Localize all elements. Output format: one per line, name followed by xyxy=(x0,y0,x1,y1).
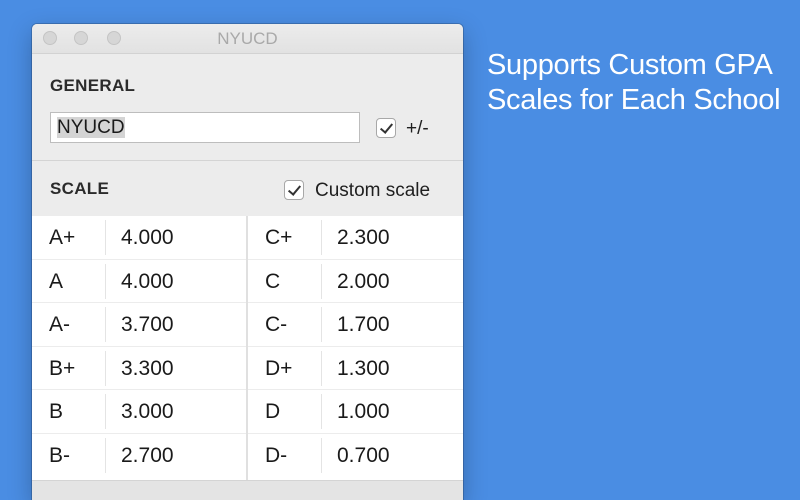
grade-value-field[interactable]: 0.700 xyxy=(337,444,390,468)
cell-divider xyxy=(321,220,322,255)
cell-divider xyxy=(105,350,106,386)
cell-divider xyxy=(321,394,322,429)
general-section: GENERAL NYUCD +/- xyxy=(32,54,463,161)
grade-label: B xyxy=(49,400,64,423)
grade-column-right: C+ 2.300 C 2.000 C- 1.700 D+ 1.300 D 1.0… xyxy=(248,216,463,480)
grade-column-left: A+ 4.000 A 4.000 A- 3.700 B+ 3.300 B 3.0… xyxy=(32,216,247,480)
grade-row[interactable]: A- 3.700 xyxy=(32,303,247,347)
scale-section: SCALE Custom scale xyxy=(32,161,463,218)
grade-label: C xyxy=(265,269,281,293)
grade-row[interactable]: B- 2.700 xyxy=(32,434,247,478)
grade-label: D+ xyxy=(265,356,293,380)
title-bar[interactable]: NYUCD xyxy=(32,24,463,54)
school-name-value: NYUCD xyxy=(57,117,125,138)
general-heading: GENERAL xyxy=(50,76,136,95)
grade-value-field[interactable]: 3.000 xyxy=(121,400,174,424)
settings-window: NYUCD GENERAL NYUCD +/- SCALE Custom sca… xyxy=(32,24,463,500)
cell-divider xyxy=(105,307,106,342)
grade-label: D- xyxy=(265,443,288,467)
grade-row[interactable]: B+ 3.300 xyxy=(32,347,247,390)
cell-divider xyxy=(321,307,322,342)
grade-row[interactable]: C- 1.700 xyxy=(248,303,463,347)
cell-divider xyxy=(105,263,106,299)
grade-row[interactable]: D- 0.700 xyxy=(248,434,463,478)
grade-value-field[interactable]: 4.000 xyxy=(121,270,174,294)
grade-scale-table: A+ 4.000 A 4.000 A- 3.700 B+ 3.300 B 3.0… xyxy=(32,216,463,480)
grade-value-field[interactable]: 1.000 xyxy=(337,400,390,424)
cell-divider xyxy=(105,437,106,473)
grade-value-field[interactable]: 1.300 xyxy=(337,357,390,381)
cell-divider xyxy=(321,350,322,386)
grade-value-field[interactable]: 1.700 xyxy=(337,313,390,337)
grade-row[interactable]: D 1.000 xyxy=(248,390,463,434)
grade-row[interactable]: B 3.000 xyxy=(32,390,247,434)
window-footer xyxy=(32,480,463,500)
grade-label: C- xyxy=(265,313,288,336)
cell-divider xyxy=(321,437,322,473)
scale-heading: SCALE xyxy=(50,179,110,198)
grade-label: C+ xyxy=(265,226,293,249)
grade-row[interactable]: D+ 1.300 xyxy=(248,347,463,390)
grade-label: A+ xyxy=(49,226,76,249)
grade-value-field[interactable]: 4.000 xyxy=(121,226,174,250)
grade-row[interactable]: A 4.000 xyxy=(32,260,247,303)
grade-value-field[interactable]: 2.700 xyxy=(121,444,174,468)
cell-divider xyxy=(321,263,322,299)
grade-label: B+ xyxy=(49,356,76,380)
plusminus-checkbox[interactable] xyxy=(376,118,396,138)
tagline-line-1: Supports Custom GPA xyxy=(487,49,773,81)
grade-value-field[interactable]: 2.000 xyxy=(337,270,390,294)
window-title: NYUCD xyxy=(217,29,278,48)
grade-row[interactable]: C 2.000 xyxy=(248,260,463,303)
grade-label: A xyxy=(49,269,64,293)
grade-value-field[interactable]: 3.700 xyxy=(121,313,174,337)
grade-label: B- xyxy=(49,443,70,467)
tagline-line-2: Scales for Each School xyxy=(487,84,781,116)
school-name-field[interactable]: NYUCD xyxy=(50,112,360,143)
cell-divider xyxy=(105,394,106,429)
marketing-tagline: Supports Custom GPA Scales for Each Scho… xyxy=(487,48,787,118)
grade-value-field[interactable]: 3.300 xyxy=(121,357,174,381)
grade-row[interactable]: A+ 4.000 xyxy=(32,216,247,260)
grade-label: D xyxy=(265,400,281,423)
cell-divider xyxy=(105,220,106,255)
grade-row[interactable]: C+ 2.300 xyxy=(248,216,463,260)
plusminus-label[interactable]: +/- xyxy=(406,118,429,140)
grade-value-field[interactable]: 2.300 xyxy=(337,226,390,250)
grade-label: A- xyxy=(49,313,70,336)
custom-scale-checkbox[interactable] xyxy=(284,180,304,200)
custom-scale-label[interactable]: Custom scale xyxy=(315,180,430,202)
